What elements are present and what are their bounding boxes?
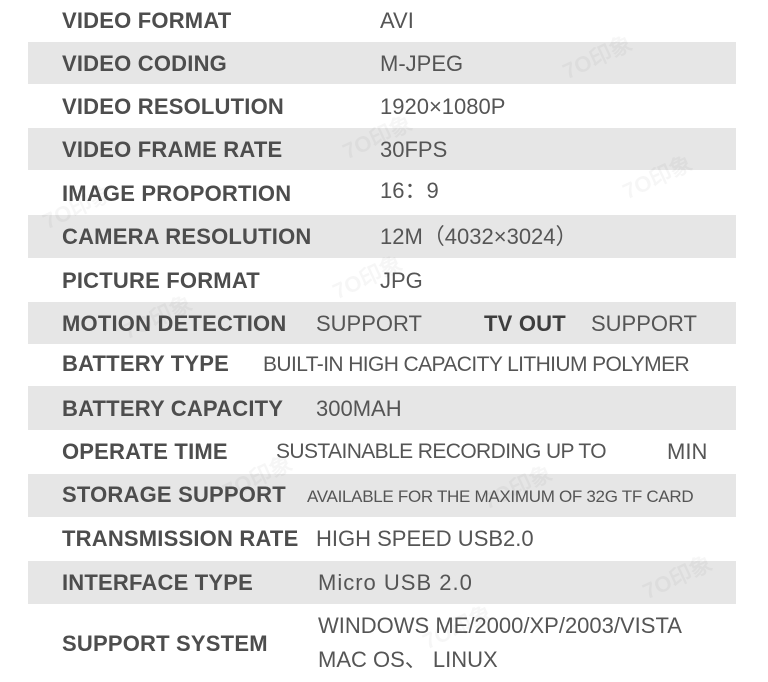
spec-row-operate-time: OPERATE TIME SUSTAINABLE RECORDING UP TO… — [28, 430, 736, 474]
spec-value: AVI — [380, 8, 414, 33]
spec-row-motion-detection: MOTION DETECTION SUPPORT TV OUT SUPPORT — [28, 302, 736, 344]
spec-row-camera-resolution: CAMERA RESOLUTION 12M（4032×3024） — [28, 215, 736, 258]
spec-row-video-resolution: VIDEO RESOLUTION 1920×1080P — [28, 84, 736, 128]
spec-row-support-system: SUPPORT SYSTEM WINDOWS ME/2000/XP/2003/V… — [28, 604, 736, 682]
spec-row-video-coding: VIDEO CODING M-JPEG — [28, 42, 736, 84]
spec-row-image-proportion: IMAGE PROPORTION 16：9 — [28, 170, 736, 215]
spec-label: IMAGE PROPORTION — [62, 181, 292, 206]
spec-row-battery-capacity: BATTERY CAPACITY 300MAH — [28, 386, 736, 430]
spec-value-unit: MIN — [667, 439, 708, 464]
spec-label: INTERFACE TYPE — [62, 570, 254, 595]
spec-value: BUILT-IN HIGH CAPACITY LITHIUM POLYMER — [263, 353, 690, 376]
spec-label: VIDEO FORMAT — [62, 8, 232, 33]
spec-value: 300MAH — [316, 396, 402, 421]
spec-label: VIDEO CODING — [62, 51, 227, 76]
spec-value: 12M（4032×3024） — [380, 224, 578, 249]
spec-table: VIDEO FORMAT AVI VIDEO CODING M-JPEG VID… — [28, 0, 736, 682]
spec-row-video-format: VIDEO FORMAT AVI — [28, 0, 736, 42]
spec-row-battery-type: BATTERY TYPE BUILT-IN HIGH CAPACITY LITH… — [28, 344, 736, 386]
spec-value: 16：9 — [380, 178, 439, 203]
spec-row-storage-support: STORAGE SUPPORT AVAILABLE FOR THE MAXIMU… — [28, 474, 736, 517]
spec-value-line2: MAC OS、 LINUX — [318, 647, 498, 672]
spec-value: SUSTAINABLE RECORDING UP TO — [276, 440, 607, 463]
spec-row-interface-type: INTERFACE TYPE Micro USB 2.0 — [28, 561, 736, 604]
spec-label-secondary: TV OUT — [484, 311, 566, 336]
spec-value: HIGH SPEED USB2.0 — [316, 526, 534, 551]
spec-value: 1920×1080P — [380, 94, 506, 119]
spec-label: OPERATE TIME — [62, 439, 228, 464]
spec-label: VIDEO FRAME RATE — [62, 137, 283, 162]
spec-label: BATTERY CAPACITY — [62, 396, 284, 421]
spec-value: M-JPEG — [380, 51, 464, 76]
spec-label: PICTURE FORMAT — [62, 268, 260, 293]
spec-label: VIDEO RESOLUTION — [62, 94, 284, 119]
spec-row-transmission-rate: TRANSMISSION RATE HIGH SPEED USB2.0 — [28, 517, 736, 561]
spec-value: JPG — [380, 268, 423, 293]
spec-value: AVAILABLE FOR THE MAXIMUM OF 32G TF CARD — [307, 487, 694, 506]
spec-label: CAMERA RESOLUTION — [62, 224, 312, 249]
spec-label: MOTION DETECTION — [62, 311, 287, 336]
spec-value: SUPPORT — [316, 311, 422, 336]
spec-row-picture-format: PICTURE FORMAT JPG — [28, 258, 736, 302]
spec-row-video-frame-rate: VIDEO FRAME RATE 30FPS — [28, 128, 736, 170]
spec-value: Micro USB 2.0 — [318, 570, 473, 595]
spec-label: TRANSMISSION RATE — [62, 526, 299, 551]
spec-value: 30FPS — [380, 137, 448, 162]
spec-label: STORAGE SUPPORT — [62, 482, 286, 507]
spec-value: WINDOWS ME/2000/XP/2003/VISTA — [318, 613, 682, 638]
spec-label: SUPPORT SYSTEM — [62, 631, 268, 656]
spec-label: BATTERY TYPE — [62, 351, 230, 376]
spec-value-secondary: SUPPORT — [591, 311, 697, 336]
